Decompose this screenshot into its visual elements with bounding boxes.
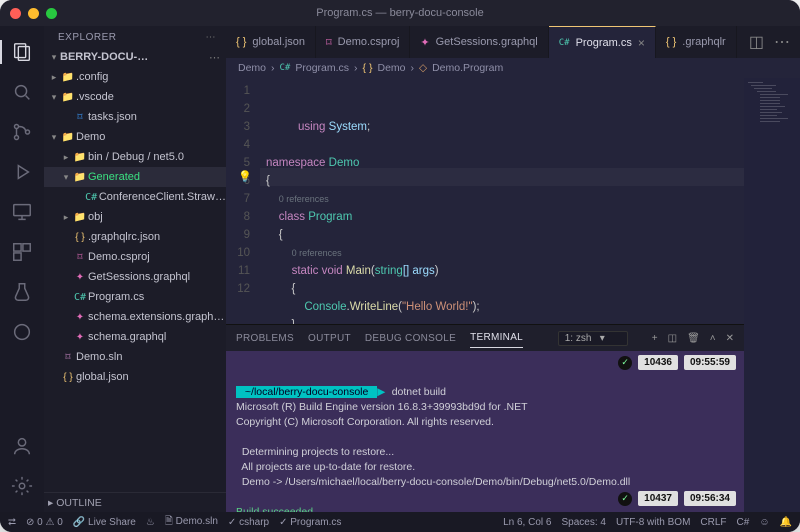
close-window-icon[interactable] (10, 8, 21, 19)
tree-item[interactable]: ⌑Demo.sln (44, 347, 226, 367)
tree-item[interactable]: ✦GetSessions.graphql (44, 267, 226, 287)
tree-item[interactable]: ▸📁obj (44, 207, 226, 227)
editor-tab[interactable]: C#Program.cs× (549, 26, 656, 58)
line-gutter: 123456789101112 (226, 78, 260, 324)
split-editor-icon[interactable]: ◫ (749, 32, 764, 52)
code-content[interactable]: using System; namespace Demo { 0 referen… (260, 78, 744, 324)
status-bar: ⮂ ⊘ 0 ⚠ 0 🔗 Live Share ♨ 🗎 Demo.sln ✓ cs… (0, 512, 800, 532)
more-icon[interactable]: ⋯ (206, 32, 217, 43)
status-feedback-icon[interactable]: ☺ (759, 517, 769, 528)
tree-item[interactable]: ⌑Demo.csproj (44, 247, 226, 267)
tree-item[interactable]: ▸📁.config (44, 67, 226, 87)
breadcrumbs[interactable]: Demo› C#Program.cs› { }Demo› ◇Demo.Progr… (226, 58, 800, 78)
editor-tab[interactable]: ⌑Demo.csproj (316, 26, 410, 58)
minimap[interactable] (744, 78, 800, 512)
tree-item[interactable]: ▸📁bin / Debug / net5.0 (44, 147, 226, 167)
outline-section[interactable]: ▸ OUTLINE (44, 492, 226, 512)
more-actions-icon[interactable]: ⋯ (774, 32, 790, 52)
status-eol[interactable]: CRLF (700, 517, 726, 528)
account-icon[interactable] (0, 428, 44, 464)
panel-tab-problems[interactable]: PROBLEMS (236, 329, 294, 348)
gear-icon[interactable] (0, 468, 44, 504)
sidebar: EXPLORER⋯ ▾BERRY-DOCU-…⋯ ▸📁.config▾📁.vsc… (44, 26, 226, 512)
terminal-selector[interactable]: 1: zsh ▾ (558, 331, 628, 346)
tree-item[interactable]: ▾📁.vscode (44, 87, 226, 107)
editor-tab[interactable]: ✦GetSessions.graphql (410, 26, 548, 58)
status-bell-icon[interactable]: 🔔 (780, 517, 792, 528)
editor-tabs: { }global.json⌑Demo.csproj✦GetSessions.g… (226, 26, 800, 58)
explorer-icon[interactable] (0, 34, 44, 70)
status-language-mode[interactable]: ✓ csharp (228, 517, 269, 528)
editor-tab[interactable]: { }.graphqlr (656, 26, 737, 58)
debug-icon[interactable] (0, 154, 44, 190)
status-active-file[interactable]: ✓ Program.cs (279, 517, 341, 528)
tree-item[interactable]: ▾📁Generated (44, 167, 226, 187)
status-cursor[interactable]: Ln 6, Col 6 (503, 517, 551, 528)
remote-indicator[interactable]: ⮂ (8, 517, 16, 528)
remote-icon[interactable] (0, 194, 44, 230)
status-encoding[interactable]: UTF-8 with BOM (616, 517, 690, 528)
panel-tab-output[interactable]: OUTPUT (308, 329, 351, 348)
status-flame-icon[interactable]: ♨ (146, 517, 155, 528)
titlebar: Program.cs — berry-docu-console (0, 0, 800, 26)
status-solution[interactable]: 🗎 Demo.sln (165, 514, 218, 531)
tree-item[interactable]: C#ConferenceClient.Straw… (44, 187, 226, 207)
panel-tab-debug-console[interactable]: DEBUG CONSOLE (365, 329, 456, 348)
editor-tab[interactable]: { }global.json (226, 26, 316, 58)
trash-icon[interactable]: 🗑 (687, 333, 700, 344)
minimize-window-icon[interactable] (28, 8, 39, 19)
status-errors[interactable]: ⊘ 0 ⚠ 0 (26, 517, 63, 528)
source-control-icon[interactable] (0, 114, 44, 150)
tree-item[interactable]: ✦schema.graphql (44, 327, 226, 347)
extensions-icon[interactable] (0, 234, 44, 270)
split-terminal-icon[interactable]: ◫ (668, 333, 677, 344)
close-tab-icon[interactable]: × (638, 36, 645, 50)
project-root[interactable]: ▾BERRY-DOCU-…⋯ (44, 47, 226, 67)
activity-bar (0, 26, 44, 512)
tree-item[interactable]: ▾📁Demo (44, 127, 226, 147)
status-liveshare[interactable]: 🔗 Live Share (73, 517, 136, 528)
tree-item[interactable]: ⌑tasks.json (44, 107, 226, 127)
code-editor[interactable]: 123456789101112 using System; namespace … (226, 78, 744, 324)
tree-item[interactable]: { }global.json (44, 367, 226, 387)
chevron-up-icon[interactable]: ˄ (710, 333, 716, 344)
panel-tab-terminal[interactable]: TERMINAL (470, 328, 523, 348)
window-title: Program.cs — berry-docu-console (0, 7, 800, 19)
testing-icon[interactable] (0, 274, 44, 310)
file-tree: ▸📁.config▾📁.vscode⌑tasks.json▾📁Demo▸📁bin… (44, 67, 226, 492)
custom-ext-icon[interactable] (0, 314, 44, 350)
search-icon[interactable] (0, 74, 44, 110)
status-lang[interactable]: C# (737, 517, 750, 528)
status-indent[interactable]: Spaces: 4 (561, 517, 605, 528)
sidebar-title: EXPLORER⋯ (44, 26, 226, 47)
bottom-panel: PROBLEMS OUTPUT DEBUG CONSOLE TERMINAL 1… (226, 324, 744, 512)
tree-item[interactable]: ✦schema.extensions.graph… (44, 307, 226, 327)
tree-item[interactable]: { }.graphqlrc.json (44, 227, 226, 247)
tree-item[interactable]: C#Program.cs (44, 287, 226, 307)
close-panel-icon[interactable]: ✕ (726, 333, 734, 344)
new-terminal-icon[interactable]: + (652, 333, 658, 344)
terminal[interactable]: ✓1043609:55:59 ~/local/berry-docu-consol… (226, 351, 744, 512)
maximize-window-icon[interactable] (46, 8, 57, 19)
